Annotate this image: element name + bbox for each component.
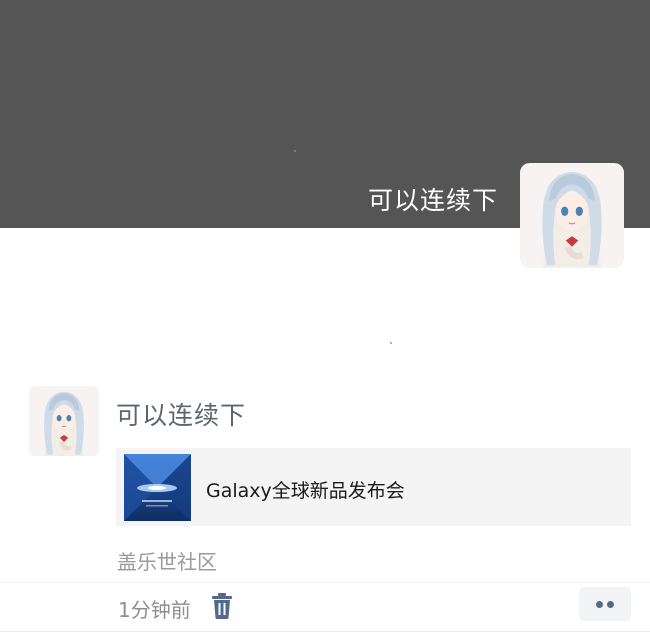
more-dot bbox=[596, 601, 603, 608]
background-speck bbox=[390, 342, 392, 344]
trash-icon[interactable] bbox=[209, 592, 235, 620]
author-avatar[interactable] bbox=[29, 386, 99, 456]
background-speck bbox=[294, 150, 296, 152]
chat-message-text: 可以连续下 bbox=[367, 186, 498, 215]
link-title: Galaxy全球新品发布会 bbox=[206, 480, 405, 502]
post-text: 可以连续下 bbox=[116, 401, 247, 430]
anime-girl-avatar-icon bbox=[29, 386, 99, 456]
more-dots-icon[interactable] bbox=[579, 587, 631, 621]
galaxy-event-thumbnail-icon bbox=[124, 454, 191, 521]
anime-girl-avatar-icon bbox=[520, 163, 624, 268]
more-dot bbox=[607, 601, 614, 608]
post-time: 1分钟前 bbox=[118, 598, 191, 622]
divider bbox=[0, 631, 650, 632]
shared-link-card[interactable]: Galaxy全球新品发布会 bbox=[116, 448, 631, 526]
moments-page: 可以连续下 可以连续下 Galaxy全球新品发布会 盖乐世社区 1分钟前 bbox=[0, 0, 650, 639]
divider bbox=[0, 582, 650, 583]
avatar[interactable] bbox=[520, 163, 624, 268]
post-source[interactable]: 盖乐世社区 bbox=[117, 546, 217, 575]
